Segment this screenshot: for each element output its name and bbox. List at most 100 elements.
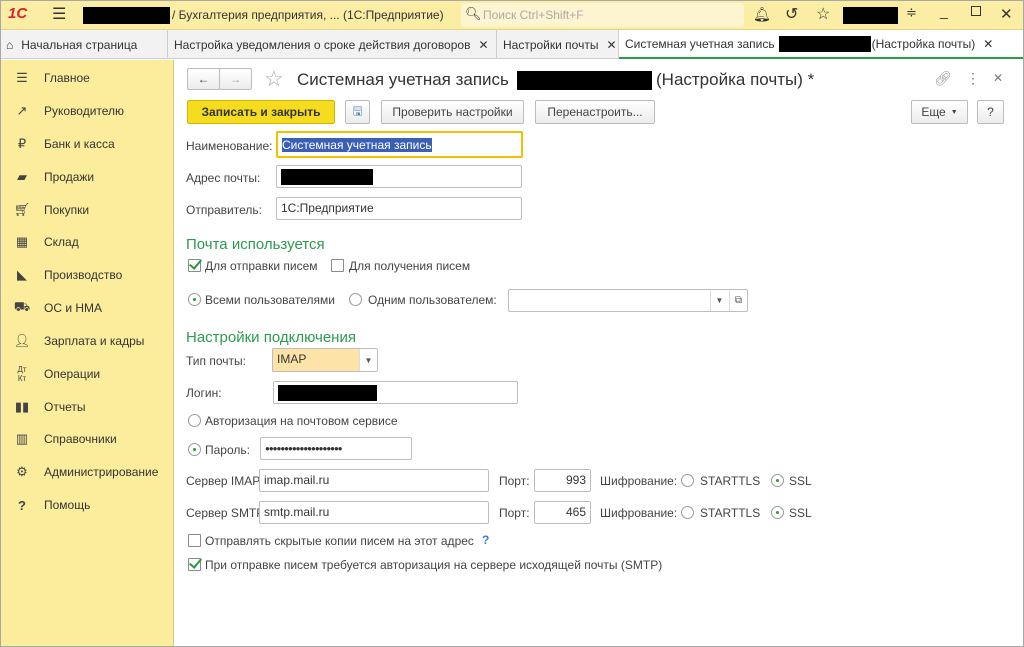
form-title-suffix: (Настройка почты) *: [656, 70, 815, 89]
dropdown-arrow-icon[interactable]: ▼: [359, 349, 377, 371]
help-button[interactable]: ?: [977, 100, 1004, 124]
imap-encryption-label: Шифрование:: [600, 474, 678, 488]
close-tab-icon[interactable]: ✕: [478, 38, 488, 52]
sidebar-item-salary[interactable]: 👤︎ Зарплата и кадры: [0, 326, 173, 356]
smtp-starttls-radio[interactable]: [681, 506, 694, 519]
sidebar-item-label: Покупки: [44, 203, 90, 217]
sidebar-item-warehouse[interactable]: ▦ Склад: [0, 227, 173, 257]
sidebar-item-manager[interactable]: ↗ Руководителю: [0, 96, 173, 126]
bcc-help-icon[interactable]: ?: [482, 533, 489, 547]
sidebar-item-assets[interactable]: ⛟ ОС и НМА: [0, 293, 173, 323]
bell-icon[interactable]: 🔔︎: [753, 6, 771, 23]
favorite-star-icon[interactable]: ☆: [264, 66, 284, 92]
imap-label: Сервер IMAP:: [186, 474, 264, 488]
save-close-button[interactable]: Записать и закрыть: [187, 100, 335, 124]
email-label: Адрес почты:: [186, 171, 261, 185]
floppy-icon: 🖫: [352, 103, 363, 118]
tab-mail-settings[interactable]: Настройки почты ✕: [497, 30, 619, 59]
redacted-email: [281, 169, 373, 185]
smtp-ssl-radio[interactable]: [771, 506, 784, 519]
email-input[interactable]: [276, 165, 522, 188]
history-icon[interactable]: ↺: [785, 4, 798, 24]
sidebar-item-help[interactable]: ? Помощь: [0, 490, 173, 520]
maximize-icon[interactable]: [971, 6, 981, 16]
factory-icon: ◣: [17, 267, 27, 282]
link-icon[interactable]: 🔗︎: [934, 70, 952, 87]
tab-system-account[interactable]: Системная учетная запись (Настройка почт…: [619, 30, 1024, 59]
close-tab-icon[interactable]: ✕: [983, 37, 993, 51]
smtp-label: Сервер SMTP:: [186, 506, 268, 520]
tab-home[interactable]: ⌂ Начальная страница: [0, 30, 168, 59]
one-user-label: Одним пользователем:: [368, 293, 497, 307]
imap-server-input[interactable]: imap.mail.ru: [259, 469, 489, 492]
sidebar-item-production[interactable]: ◣ Производство: [0, 260, 173, 290]
reconfigure-button[interactable]: Перенастроить...: [535, 100, 655, 124]
more-label: Еще: [921, 105, 946, 119]
sender-input[interactable]: 1С:Предприятие: [276, 197, 522, 220]
bcc-checkbox[interactable]: [188, 534, 201, 547]
send-label: Для отправки писем: [205, 259, 318, 273]
smtp-port-input[interactable]: 465: [534, 501, 591, 524]
all-users-radio[interactable]: [188, 293, 201, 306]
sidebar-item-bank[interactable]: ₽ Банк и касса: [0, 129, 173, 159]
close-form-icon[interactable]: ✕: [993, 71, 1003, 85]
tabs-bar: ⌂ Начальная страница Настройка уведомлен…: [0, 30, 1024, 59]
minimize-icon[interactable]: _: [940, 3, 948, 19]
sidebar-item-label: Производство: [44, 268, 123, 282]
sidebar-item-reports[interactable]: ▮▮ Отчеты: [0, 392, 173, 422]
imap-port-input[interactable]: 993: [534, 469, 591, 492]
sidebar-item-sales[interactable]: ▰ Продажи: [0, 162, 173, 192]
smtp-server-input[interactable]: smtp.mail.ru: [259, 501, 489, 524]
star-icon[interactable]: ☆: [816, 4, 830, 24]
tab-label: Начальная страница: [21, 37, 138, 52]
sidebar-item-label: Операции: [44, 367, 101, 381]
settings-menu-icon[interactable]: ≑: [906, 5, 917, 21]
save-button[interactable]: 🖫: [345, 100, 370, 124]
cart-icon: 🛒︎: [13, 202, 31, 217]
one-user-radio[interactable]: [349, 293, 362, 306]
sidebar-item-label: Администрирование: [44, 465, 159, 479]
sidebar-item-purchases[interactable]: 🛒︎ Покупки: [0, 195, 173, 225]
search-icon: 🔍︎: [465, 6, 482, 21]
sidebar-item-label: Отчеты: [44, 400, 86, 414]
main-menu-icon[interactable]: ☰: [52, 4, 66, 24]
sidebar-item-operations[interactable]: Дт Кт Операции: [0, 359, 173, 389]
receive-checkbox[interactable]: [331, 259, 344, 272]
forward-button[interactable]: →: [219, 68, 252, 90]
send-checkbox[interactable]: [188, 259, 201, 272]
sidebar-item-label: Склад: [44, 235, 79, 249]
open-icon[interactable]: ⧉: [729, 290, 747, 311]
smtp-ssl-label: SSL: [789, 506, 812, 520]
tab-contract-notification[interactable]: Настройка уведомления о сроке действия д…: [168, 30, 497, 59]
help-icon: ?: [18, 497, 26, 513]
bag-icon: ▰: [17, 169, 27, 184]
close-tab-icon[interactable]: ✕: [606, 38, 616, 52]
imap-starttls-radio[interactable]: [681, 474, 694, 487]
dropdown-arrow-icon[interactable]: ▼: [710, 290, 728, 311]
sidebar-item-main[interactable]: ☰ Главное: [0, 63, 173, 93]
user-select[interactable]: ▼ ⧉: [508, 289, 748, 312]
check-settings-button[interactable]: Проверить настройки: [381, 100, 524, 124]
back-button[interactable]: ←: [187, 68, 220, 90]
search-input[interactable]: 🔍︎ Поиск Ctrl+Shift+F: [461, 3, 744, 27]
sidebar-item-label: Продажи: [44, 170, 95, 184]
sidebar-item-label: ОС и НМА: [44, 301, 103, 315]
oauth-label: Авторизация на почтовом сервисе: [205, 414, 398, 428]
more-button[interactable]: Еще ▼: [911, 100, 968, 124]
more-vertical-icon[interactable]: ⋮: [966, 70, 980, 87]
name-input[interactable]: Системная учетная запись: [276, 131, 523, 158]
imap-ssl-radio[interactable]: [771, 474, 784, 487]
login-input[interactable]: [273, 381, 518, 404]
smtp-auth-checkbox[interactable]: [188, 558, 201, 571]
mail-type-select[interactable]: IMAP ▼: [272, 348, 378, 372]
tab-label: Настройка уведомления о сроке действия д…: [174, 37, 471, 52]
oauth-radio[interactable]: [188, 414, 201, 427]
smtp-encryption-label: Шифрование:: [600, 506, 678, 520]
password-radio[interactable]: [188, 443, 201, 456]
books-icon: ▥: [15, 431, 29, 446]
sidebar-item-admin[interactable]: ⚙ Администрирование: [0, 457, 173, 487]
password-input[interactable]: ●●●●●●●●●●●●●●●●●●●●: [260, 437, 412, 460]
sidebar-item-catalogs[interactable]: ▥ Справочники: [0, 424, 173, 454]
close-window-icon[interactable]: ✕: [1000, 5, 1013, 23]
password-label: Пароль:: [205, 443, 250, 457]
